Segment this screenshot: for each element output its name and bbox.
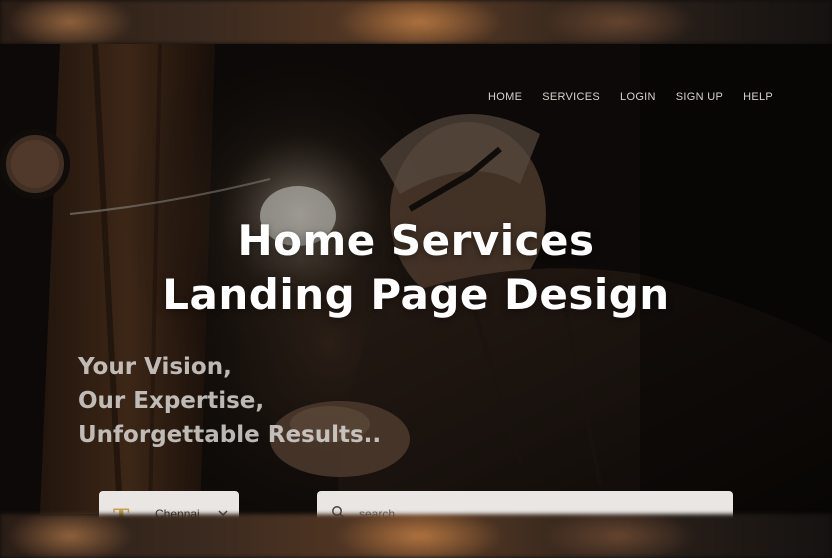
blurred-bottom-strip [0, 514, 832, 558]
headline-line-2: Landing Page Design [162, 270, 670, 319]
nav-item-sign-up[interactable]: SIGN UP [676, 91, 723, 103]
screenshot-stage: HOME SERVICES LOGIN SIGN UP HELP Home Se… [0, 0, 832, 558]
nav-item-home[interactable]: HOME [488, 91, 522, 103]
hero-tagline: Your Vision, Our Expertise, Unforgettabl… [78, 350, 381, 452]
tagline-line-3: Unforgettable Results.. [78, 422, 382, 448]
nav-item-help[interactable]: HELP [743, 91, 773, 103]
hero-headline: Home Services Landing Page Design [0, 214, 832, 322]
tagline-line-2: Our Expertise, [78, 388, 265, 414]
top-navigation: HOME SERVICES LOGIN SIGN UP HELP [488, 91, 793, 103]
nav-item-services[interactable]: SERVICES [542, 91, 600, 103]
nav-item-login[interactable]: LOGIN [620, 91, 656, 103]
blurred-top-strip [0, 0, 832, 44]
headline-line-1: Home Services [237, 216, 595, 265]
tagline-line-1: Your Vision, [78, 354, 232, 380]
